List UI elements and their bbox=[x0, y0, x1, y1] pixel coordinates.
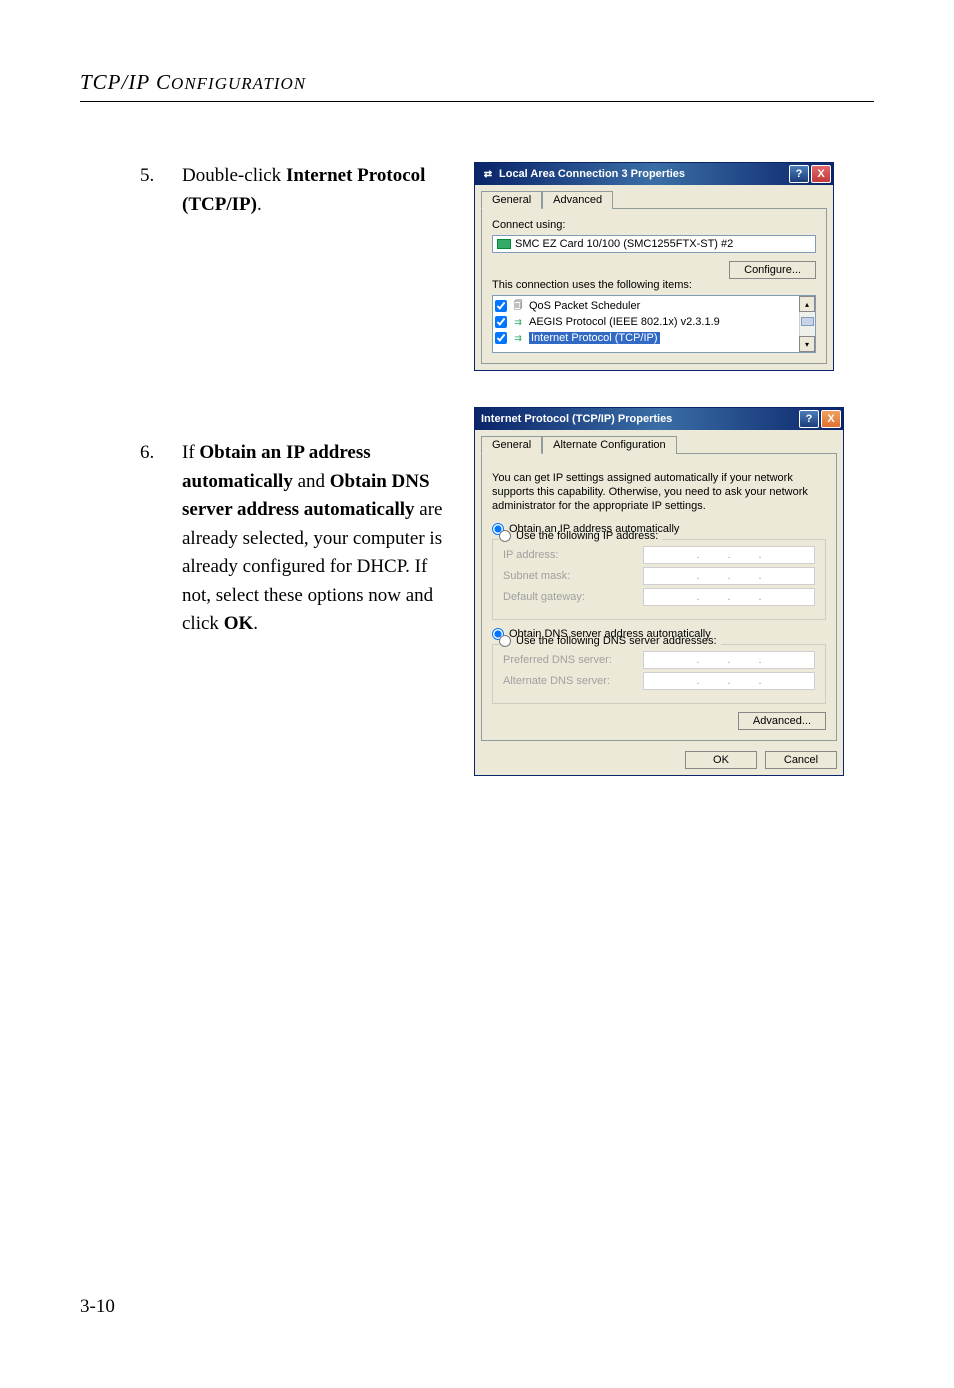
adapter-field: SMC EZ Card 10/100 (SMC1255FTX-ST) #2 bbox=[492, 235, 816, 253]
dialog1-titlebar[interactable]: ⇄ Local Area Connection 3 Properties ? X bbox=[475, 163, 833, 185]
radio-manual-ip[interactable] bbox=[499, 530, 511, 542]
dialog2-title: Internet Protocol (TCP/IP) Properties bbox=[481, 413, 672, 425]
radio-manual-dns[interactable] bbox=[499, 635, 511, 647]
close-button[interactable]: X bbox=[811, 165, 831, 183]
items-label: This connection uses the following items… bbox=[492, 279, 816, 291]
connection-properties-dialog: ⇄ Local Area Connection 3 Properties ? X… bbox=[474, 162, 834, 371]
tab-general[interactable]: General bbox=[481, 191, 542, 209]
radio-manual-ip-label: Use the following IP address: bbox=[516, 530, 658, 542]
radio-manual-dns-label: Use the following DNS server addresses: bbox=[516, 635, 717, 647]
header-rule bbox=[80, 101, 874, 102]
configure-button[interactable]: Configure... bbox=[729, 261, 816, 279]
checkbox-qos[interactable] bbox=[495, 300, 507, 312]
step-5-number: 5. bbox=[140, 162, 182, 219]
scroll-up-button[interactable]: ▴ bbox=[799, 296, 815, 312]
scroll-down-button[interactable]: ▾ bbox=[799, 336, 815, 352]
protocol-icon-2: ⇉ bbox=[511, 331, 525, 345]
page-number: 3-10 bbox=[80, 1296, 115, 1318]
aegis-label: AEGIS Protocol (IEEE 802.1x) v2.3.1.9 bbox=[529, 316, 720, 328]
adapter-name: SMC EZ Card 10/100 (SMC1255FTX-ST) #2 bbox=[515, 238, 733, 250]
listbox-scrollbar[interactable]: ▴ ▾ bbox=[799, 296, 815, 352]
step-5-post: . bbox=[257, 194, 262, 215]
step-6-pre: If bbox=[182, 442, 199, 463]
step-6-number: 6. bbox=[140, 439, 182, 639]
protocol-icon: ⇉ bbox=[511, 315, 525, 329]
ok-button[interactable]: OK bbox=[685, 751, 757, 769]
help-button[interactable]: ? bbox=[789, 165, 809, 183]
page-header: TCP/IP CONFIGURATION bbox=[80, 70, 874, 95]
connect-using-label: Connect using: bbox=[492, 219, 816, 231]
dialog2-titlebar[interactable]: Internet Protocol (TCP/IP) Properties ? … bbox=[475, 408, 843, 430]
step-5: 5. Double-click Internet Protocol (TCP/I… bbox=[80, 162, 460, 219]
qos-icon: 🗐 bbox=[511, 299, 525, 313]
manual-ip-fieldset: Use the following IP address: IP address… bbox=[492, 539, 826, 620]
alternate-dns-label: Alternate DNS server: bbox=[503, 675, 643, 687]
step-6-post: . bbox=[253, 613, 258, 634]
gateway-field: ... bbox=[643, 588, 815, 606]
manual-dns-fieldset: Use the following DNS server addresses: … bbox=[492, 644, 826, 704]
step-5-pre: Double-click bbox=[182, 165, 286, 186]
scroll-thumb[interactable] bbox=[801, 317, 814, 327]
step-6-text: If Obtain an IP address automatically an… bbox=[182, 439, 460, 639]
list-item-qos[interactable]: 🗐 QoS Packet Scheduler bbox=[495, 298, 813, 314]
checkbox-aegis[interactable] bbox=[495, 316, 507, 328]
radio-manual-dns-row[interactable]: Use the following DNS server addresses: bbox=[499, 635, 721, 647]
scroll-track[interactable] bbox=[799, 312, 815, 336]
checkbox-tcpip[interactable] bbox=[495, 332, 507, 344]
tcpip-label: Internet Protocol (TCP/IP) bbox=[529, 332, 660, 344]
close-button-2[interactable]: X bbox=[821, 410, 841, 428]
dialog2-description: You can get IP settings assigned automat… bbox=[492, 472, 826, 513]
tab-advanced[interactable]: Advanced bbox=[542, 191, 613, 209]
subnet-mask-label: Subnet mask: bbox=[503, 570, 643, 582]
gateway-label: Default gateway: bbox=[503, 591, 643, 603]
help-button-2[interactable]: ? bbox=[799, 410, 819, 428]
list-item-aegis[interactable]: ⇉ AEGIS Protocol (IEEE 802.1x) v2.3.1.9 bbox=[495, 314, 813, 330]
nic-icon bbox=[497, 239, 511, 249]
radio-manual-ip-row[interactable]: Use the following IP address: bbox=[499, 530, 662, 542]
cancel-button[interactable]: Cancel bbox=[765, 751, 837, 769]
advanced-button[interactable]: Advanced... bbox=[738, 712, 826, 730]
tab-alt-config[interactable]: Alternate Configuration bbox=[542, 436, 677, 454]
qos-label: QoS Packet Scheduler bbox=[529, 300, 640, 312]
preferred-dns-field: ... bbox=[643, 651, 815, 669]
tcpip-properties-dialog: Internet Protocol (TCP/IP) Properties ? … bbox=[474, 407, 844, 776]
list-item-tcpip[interactable]: ⇉ Internet Protocol (TCP/IP) bbox=[495, 330, 813, 346]
ip-address-label: IP address: bbox=[503, 549, 643, 561]
step-6-mid1: and bbox=[293, 471, 330, 492]
step-6-bold3: OK bbox=[224, 613, 254, 634]
preferred-dns-label: Preferred DNS server: bbox=[503, 654, 643, 666]
step-6: 6. If Obtain an IP address automatically… bbox=[80, 439, 460, 639]
tab-general-2[interactable]: General bbox=[481, 436, 542, 454]
subnet-mask-field: ... bbox=[643, 567, 815, 585]
items-listbox[interactable]: 🗐 QoS Packet Scheduler ⇉ AEGIS Protocol … bbox=[492, 295, 816, 353]
header-text: TCP/IP CONFIGURATION bbox=[80, 70, 306, 94]
network-icon: ⇄ bbox=[481, 167, 495, 181]
step-5-text: Double-click Internet Protocol (TCP/IP). bbox=[182, 162, 460, 219]
dialog1-title: Local Area Connection 3 Properties bbox=[499, 168, 685, 180]
ip-address-field: ... bbox=[643, 546, 815, 564]
alternate-dns-field: ... bbox=[643, 672, 815, 690]
